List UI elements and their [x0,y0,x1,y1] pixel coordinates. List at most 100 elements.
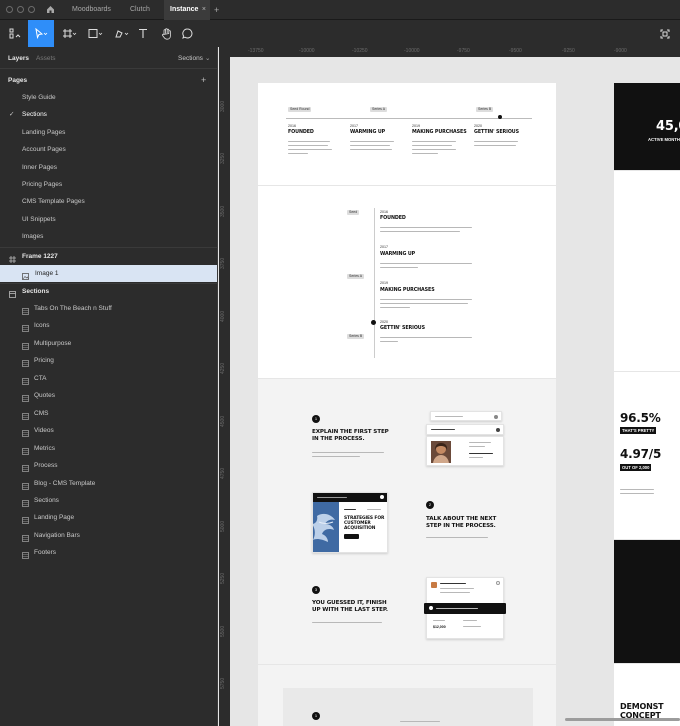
timeline-vertical-frame[interactable]: Seed Series A Series B 2016 FOUNDED 2017… [258,186,556,378]
layer-item[interactable]: Footers [0,544,217,561]
concept-frame[interactable]: DEMONST CONCEPT [614,664,680,726]
tab-instance[interactable]: Instance × [164,0,210,20]
timeline-marker [371,320,376,325]
layer-item-label: Pricing [34,357,54,365]
ruler-label: -9000 [614,48,627,54]
page-item[interactable]: ✓ Sections [0,106,217,123]
assets-tab[interactable]: Assets [36,50,56,67]
move-tool-icon[interactable] [28,20,54,47]
divider [0,68,217,69]
placeholder-text [412,149,456,151]
course-card-header [313,493,387,502]
placeholder-text [440,592,470,594]
layer-frame[interactable]: Frame 1227 [0,248,217,265]
metrics-white-frame[interactable] [614,171,680,371]
timeline-tag: Series A [347,274,365,279]
layer-item[interactable]: Icons [0,317,217,334]
metric-value: 45,00 [656,119,680,134]
pages-title: Pages [8,77,28,84]
layer-frame-label: Frame 1227 [22,253,58,260]
next-frame[interactable]: 1 [258,665,556,726]
ruler-label: -13750 [248,48,264,54]
ruler-label: 5750 [220,677,226,689]
timeline-year: 2020 [474,124,482,128]
placeholder-text [412,153,438,155]
page-item[interactable]: Inner Pages [0,159,217,176]
step-number: 2 [426,501,434,509]
layer-item[interactable]: Tabs On The Beach n Stuff [0,300,217,317]
placeholder-text [312,456,360,458]
horizontal-scrollbar[interactable] [565,718,680,721]
placeholder-text [463,620,477,622]
layers-tab[interactable]: Layers [8,50,29,67]
ruler-label: -10000 [299,48,315,54]
avatar [431,441,451,463]
page-item-label: Landing Pages [22,128,66,136]
layer-item[interactable]: Landing Page [0,509,217,526]
metrics-dark-frame-2[interactable] [614,540,680,663]
pages-dropdown[interactable]: Sections [178,50,203,67]
chevron-down-icon[interactable]: ⌄ [205,50,210,67]
ruler-label: 4250 [220,362,226,374]
layer-image-selected[interactable]: Image 1 [0,265,217,282]
left-ruler: 3000 3250 3500 3750 4000 4250 4500 4750 … [219,57,230,726]
ruler-label: 3250 [220,152,226,164]
page-item[interactable]: Images [0,228,217,245]
layer-item[interactable]: CTA [0,370,217,387]
course-button [344,534,359,539]
page-item[interactable]: UI Snippets [0,211,217,228]
layer-item[interactable]: CMS [0,405,217,422]
layer-item[interactable]: Navigation Bars [0,527,217,544]
close-window-button[interactable] [6,6,13,13]
close-tab-icon[interactable]: × [202,0,206,20]
page-item[interactable]: Pricing Pages [0,176,217,193]
tab-moodboards[interactable]: Moodboards [72,0,111,20]
ruler-label: 5500 [220,625,226,637]
timeline-tag: Series B [476,107,494,112]
page-item[interactable]: Landing Pages [0,124,217,141]
layer-item[interactable]: Multipurpose [0,335,217,352]
main-menu-icon[interactable] [4,20,26,47]
layer-item[interactable]: Blog - CMS Template [0,475,217,492]
layer-item[interactable]: Pricing [0,352,217,369]
minimize-window-button[interactable] [17,6,24,13]
panel-tabs-row: Layers Assets Sections ⌄ [0,50,217,67]
metrics-stats-frame[interactable]: 96.5% THAT'S PRETTY 4.97/5 OUT OF 2,000 [614,372,680,539]
layer-item[interactable]: Process [0,457,217,474]
layer-item[interactable]: Quotes [0,387,217,404]
home-icon[interactable] [46,5,55,16]
placeholder-text [620,493,654,495]
placeholder-text [463,626,481,628]
page-item[interactable]: CMS Template Pages [0,193,217,210]
placeholder-text [469,442,491,444]
tab-clutch[interactable]: Clutch [130,0,150,20]
hand-tool-icon[interactable] [157,20,175,47]
layer-item[interactable]: Videos [0,422,217,439]
layer-item[interactable]: Sections [0,492,217,509]
step-number: 1 [312,415,320,423]
pen-tool-icon[interactable] [110,20,132,47]
text-tool-icon[interactable] [135,20,151,47]
maximize-window-button[interactable] [28,6,35,13]
timeline-year: 2019 [380,281,388,285]
timeline-tag: Seed [347,210,360,215]
placeholder-text [344,509,356,511]
layer-sections[interactable]: Sections [0,283,217,300]
timeline-title: FOUNDED [380,216,406,221]
page-item[interactable]: Style Guide [0,89,217,106]
layer-item[interactable]: Metrics [0,440,217,457]
new-tab-icon[interactable]: + [214,0,219,20]
metrics-dark-frame[interactable]: 45,00 ACTIVE MONTH [614,83,680,170]
design-canvas[interactable]: Seed Round Series A Series B 2016 FOUNDE… [230,57,680,726]
process-frame[interactable]: 1 EXPLAIN THE FIRST STEP IN THE PROCESS. [258,379,556,664]
ui-card [426,424,504,435]
shape-tool-icon[interactable] [84,20,106,47]
frame-tool-icon[interactable] [58,20,80,47]
comment-tool-icon[interactable] [179,20,195,47]
resize-frame-icon[interactable] [658,20,672,47]
page-item[interactable]: Account Pages [0,141,217,158]
placeholder-text [380,231,460,233]
add-page-icon[interactable]: + [201,72,206,89]
ruler-label: -9250 [562,48,575,54]
timeline-horizontal-frame[interactable]: Seed Round Series A Series B 2016 FOUNDE… [258,83,556,185]
